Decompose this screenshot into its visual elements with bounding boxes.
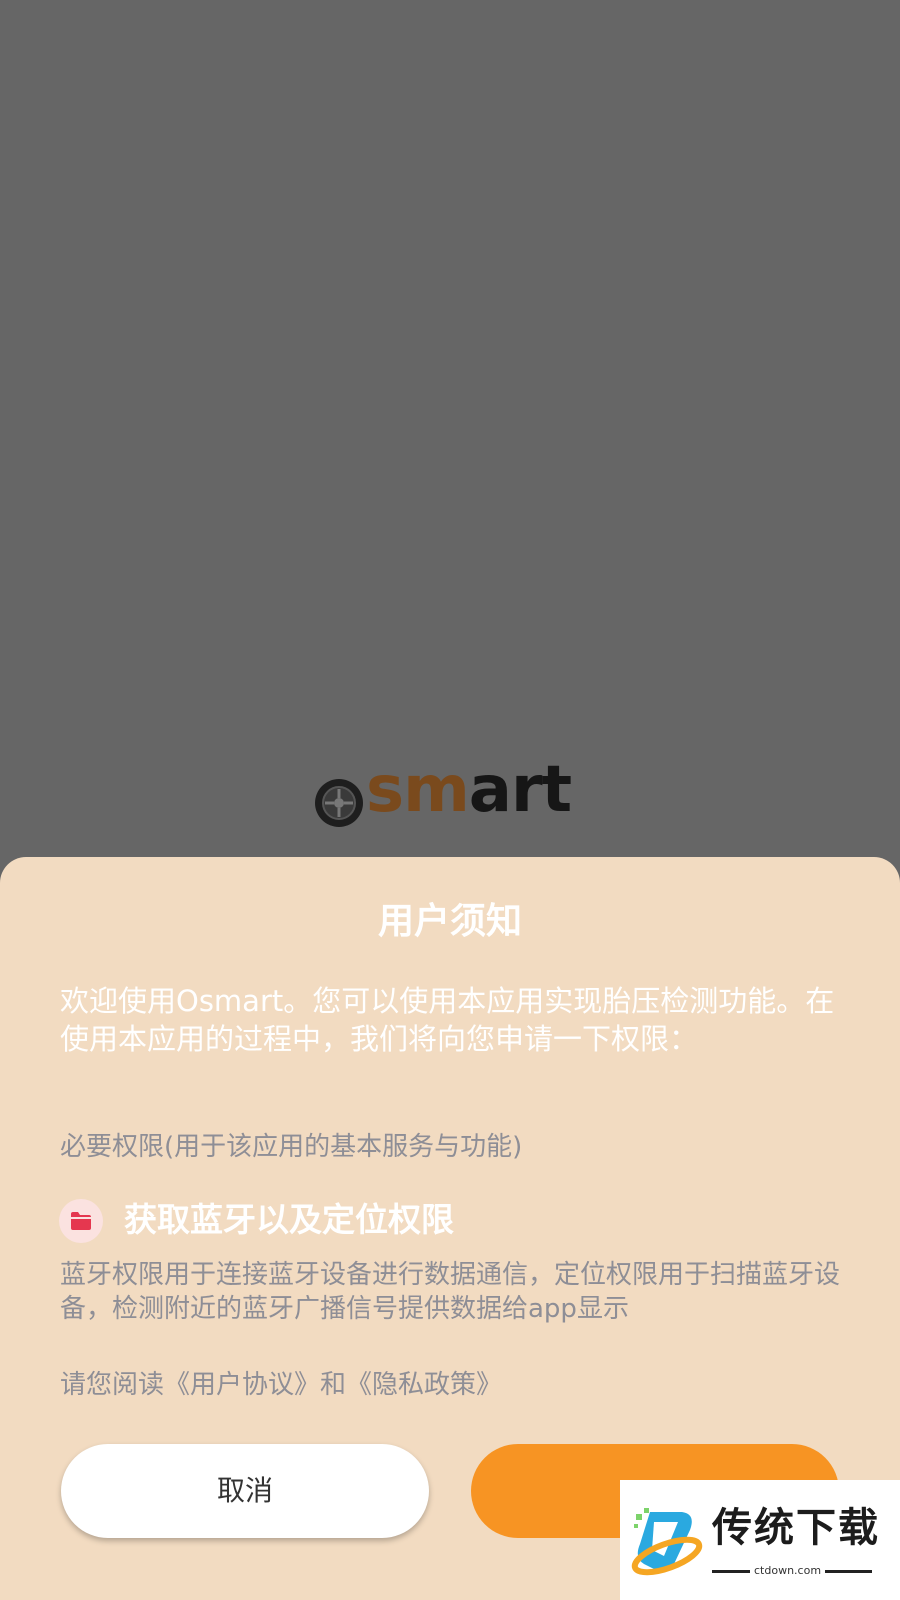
tire-icon [315,779,363,827]
agreement-links-note[interactable]: 请您阅读《用户协议》和《隐私政策》 [60,1368,850,1402]
watermark: 传统下载 ctdown.com [620,1480,900,1600]
folder-icon [71,1212,91,1230]
dialog-title: 用户须知 [377,901,522,942]
watermark-logo-icon [631,1508,703,1576]
app-logo: smart [314,758,584,832]
required-permissions-label: 必要权限(用于该应用的基本服务与功能) [60,1132,523,1162]
watermark-url: ctdown.com [750,1564,826,1578]
watermark-title: 传统下载 [712,1505,880,1551]
permission-icon-badge [59,1199,103,1243]
dialog-intro: 欢迎使用Osmart。您可以使用本应用实现胎压检测功能。在使用本应用的过程中，我… [60,984,835,1056]
logo-wordmark: smart [366,753,572,827]
permission-title: 获取蓝牙以及定位权限 [124,1200,454,1239]
cancel-button[interactable]: 取消 [61,1444,429,1538]
permission-description: 蓝牙权限用于连接蓝牙设备进行数据通信，定位权限用于扫描蓝牙设备，检测附近的蓝牙广… [60,1260,841,1324]
